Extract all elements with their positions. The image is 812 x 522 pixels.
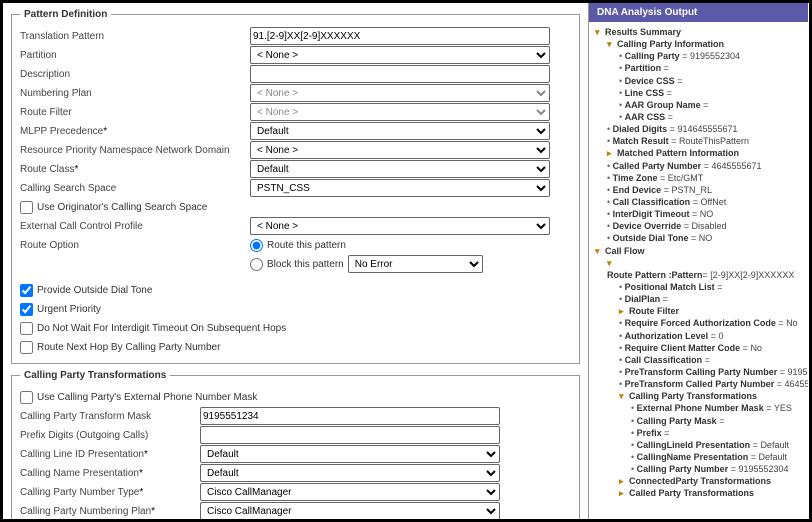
dna-panel-title: DNA Analysis Output	[589, 3, 808, 22]
route-filter-select[interactable]: < None >	[250, 103, 550, 121]
block-this-pattern-radio[interactable]	[250, 258, 263, 271]
route-next-hop-check[interactable]	[20, 341, 33, 354]
route-this-pattern-radio[interactable]	[250, 239, 263, 252]
mlpp-label: MLPP Precedence	[20, 126, 250, 137]
chevron-down-icon[interactable]: ▾	[619, 390, 629, 402]
urgent-priority-check[interactable]	[20, 303, 33, 316]
app-window: Pattern Definition Translation Pattern P…	[0, 0, 812, 522]
ext-call-ctrl-label: External Call Control Profile	[20, 221, 250, 232]
translation-pattern-input[interactable]	[250, 27, 550, 45]
no-wait-interdigit-check[interactable]	[20, 322, 33, 335]
line-id-pres-label: Calling Line ID Presentation	[20, 449, 200, 460]
form-panel: Pattern Definition Translation Pattern P…	[3, 3, 588, 519]
route-class-select[interactable]: Default	[250, 160, 550, 178]
num-type-select[interactable]: Cisco CallManager	[200, 483, 500, 501]
chevron-right-icon[interactable]: ▸	[619, 475, 629, 487]
provide-dial-tone-check[interactable]	[20, 284, 33, 297]
pattern-definition-legend: Pattern Definition	[20, 9, 111, 20]
route-this-pattern-radio-label[interactable]: Route this pattern	[250, 239, 346, 252]
route-class-label: Route Class	[20, 164, 250, 175]
partition-select[interactable]: < None >	[250, 46, 550, 64]
block-reason-select[interactable]: No Error	[348, 255, 483, 273]
numbering-plan-select[interactable]: < None >	[250, 84, 550, 102]
use-ext-mask-check-label[interactable]: Use Calling Party's External Phone Numbe…	[20, 391, 257, 404]
dna-tree: ▾Results Summary ▾Calling Party Informat…	[589, 22, 808, 503]
rpn-domain-select[interactable]: < None >	[250, 141, 550, 159]
ext-call-ctrl-select[interactable]: < None >	[250, 217, 550, 235]
pattern-definition-group: Pattern Definition Translation Pattern P…	[11, 9, 580, 364]
prefix-digits-label: Prefix Digits (Outgoing Calls)	[20, 430, 200, 441]
partition-label: Partition	[20, 50, 250, 61]
use-originator-css-check-label[interactable]: Use Originator's Calling Search Space	[20, 201, 207, 214]
num-plan-label: Calling Party Numbering Plan	[20, 506, 200, 517]
name-pres-select[interactable]: Default	[200, 464, 500, 482]
num-plan-select[interactable]: Cisco CallManager	[200, 502, 500, 519]
route-filter-label: Route Filter	[20, 107, 250, 118]
no-wait-interdigit-check-label[interactable]: Do Not Wait For Interdigit Timeout On Su…	[20, 322, 286, 335]
chevron-down-icon[interactable]: ▾	[607, 38, 617, 50]
transform-mask-label: Calling Party Transform Mask	[20, 411, 200, 422]
chevron-down-icon[interactable]: ▾	[607, 257, 617, 269]
css-label: Calling Search Space	[20, 183, 250, 194]
name-pres-label: Calling Name Presentation	[20, 468, 200, 479]
calling-party-transform-group: Calling Party Transformations Use Callin…	[11, 370, 580, 519]
translation-pattern-label: Translation Pattern	[20, 31, 250, 42]
provide-dial-tone-check-label[interactable]: Provide Outside Dial Tone	[20, 284, 152, 297]
css-select[interactable]: PSTN_CSS	[250, 179, 550, 197]
dna-panel: DNA Analysis Output ▾Results Summary ▾Ca…	[588, 3, 808, 519]
transform-mask-input[interactable]	[200, 407, 500, 425]
chevron-down-icon[interactable]: ▾	[595, 26, 605, 38]
use-originator-css-check[interactable]	[20, 201, 33, 214]
num-type-label: Calling Party Number Type	[20, 487, 200, 498]
route-option-label: Route Option	[20, 240, 250, 251]
chevron-right-icon[interactable]: ▸	[607, 147, 617, 159]
block-this-pattern-radio-label[interactable]: Block this pattern	[250, 258, 344, 271]
route-next-hop-check-label[interactable]: Route Next Hop By Calling Party Number	[20, 341, 220, 354]
calling-party-transform-legend: Calling Party Transformations	[20, 370, 170, 381]
numbering-plan-label: Numbering Plan	[20, 88, 250, 99]
chevron-right-icon[interactable]: ▸	[619, 487, 629, 499]
use-ext-mask-check[interactable]	[20, 391, 33, 404]
description-input[interactable]	[250, 65, 550, 83]
urgent-priority-check-label[interactable]: Urgent Priority	[20, 303, 101, 316]
chevron-right-icon[interactable]: ▸	[619, 305, 629, 317]
rpn-domain-label: Resource Priority Namespace Network Doma…	[20, 145, 250, 156]
chevron-down-icon[interactable]: ▾	[595, 245, 605, 257]
mlpp-select[interactable]: Default	[250, 122, 550, 140]
prefix-digits-input[interactable]	[200, 426, 500, 444]
line-id-pres-select[interactable]: Default	[200, 445, 500, 463]
description-label: Description	[20, 69, 250, 80]
